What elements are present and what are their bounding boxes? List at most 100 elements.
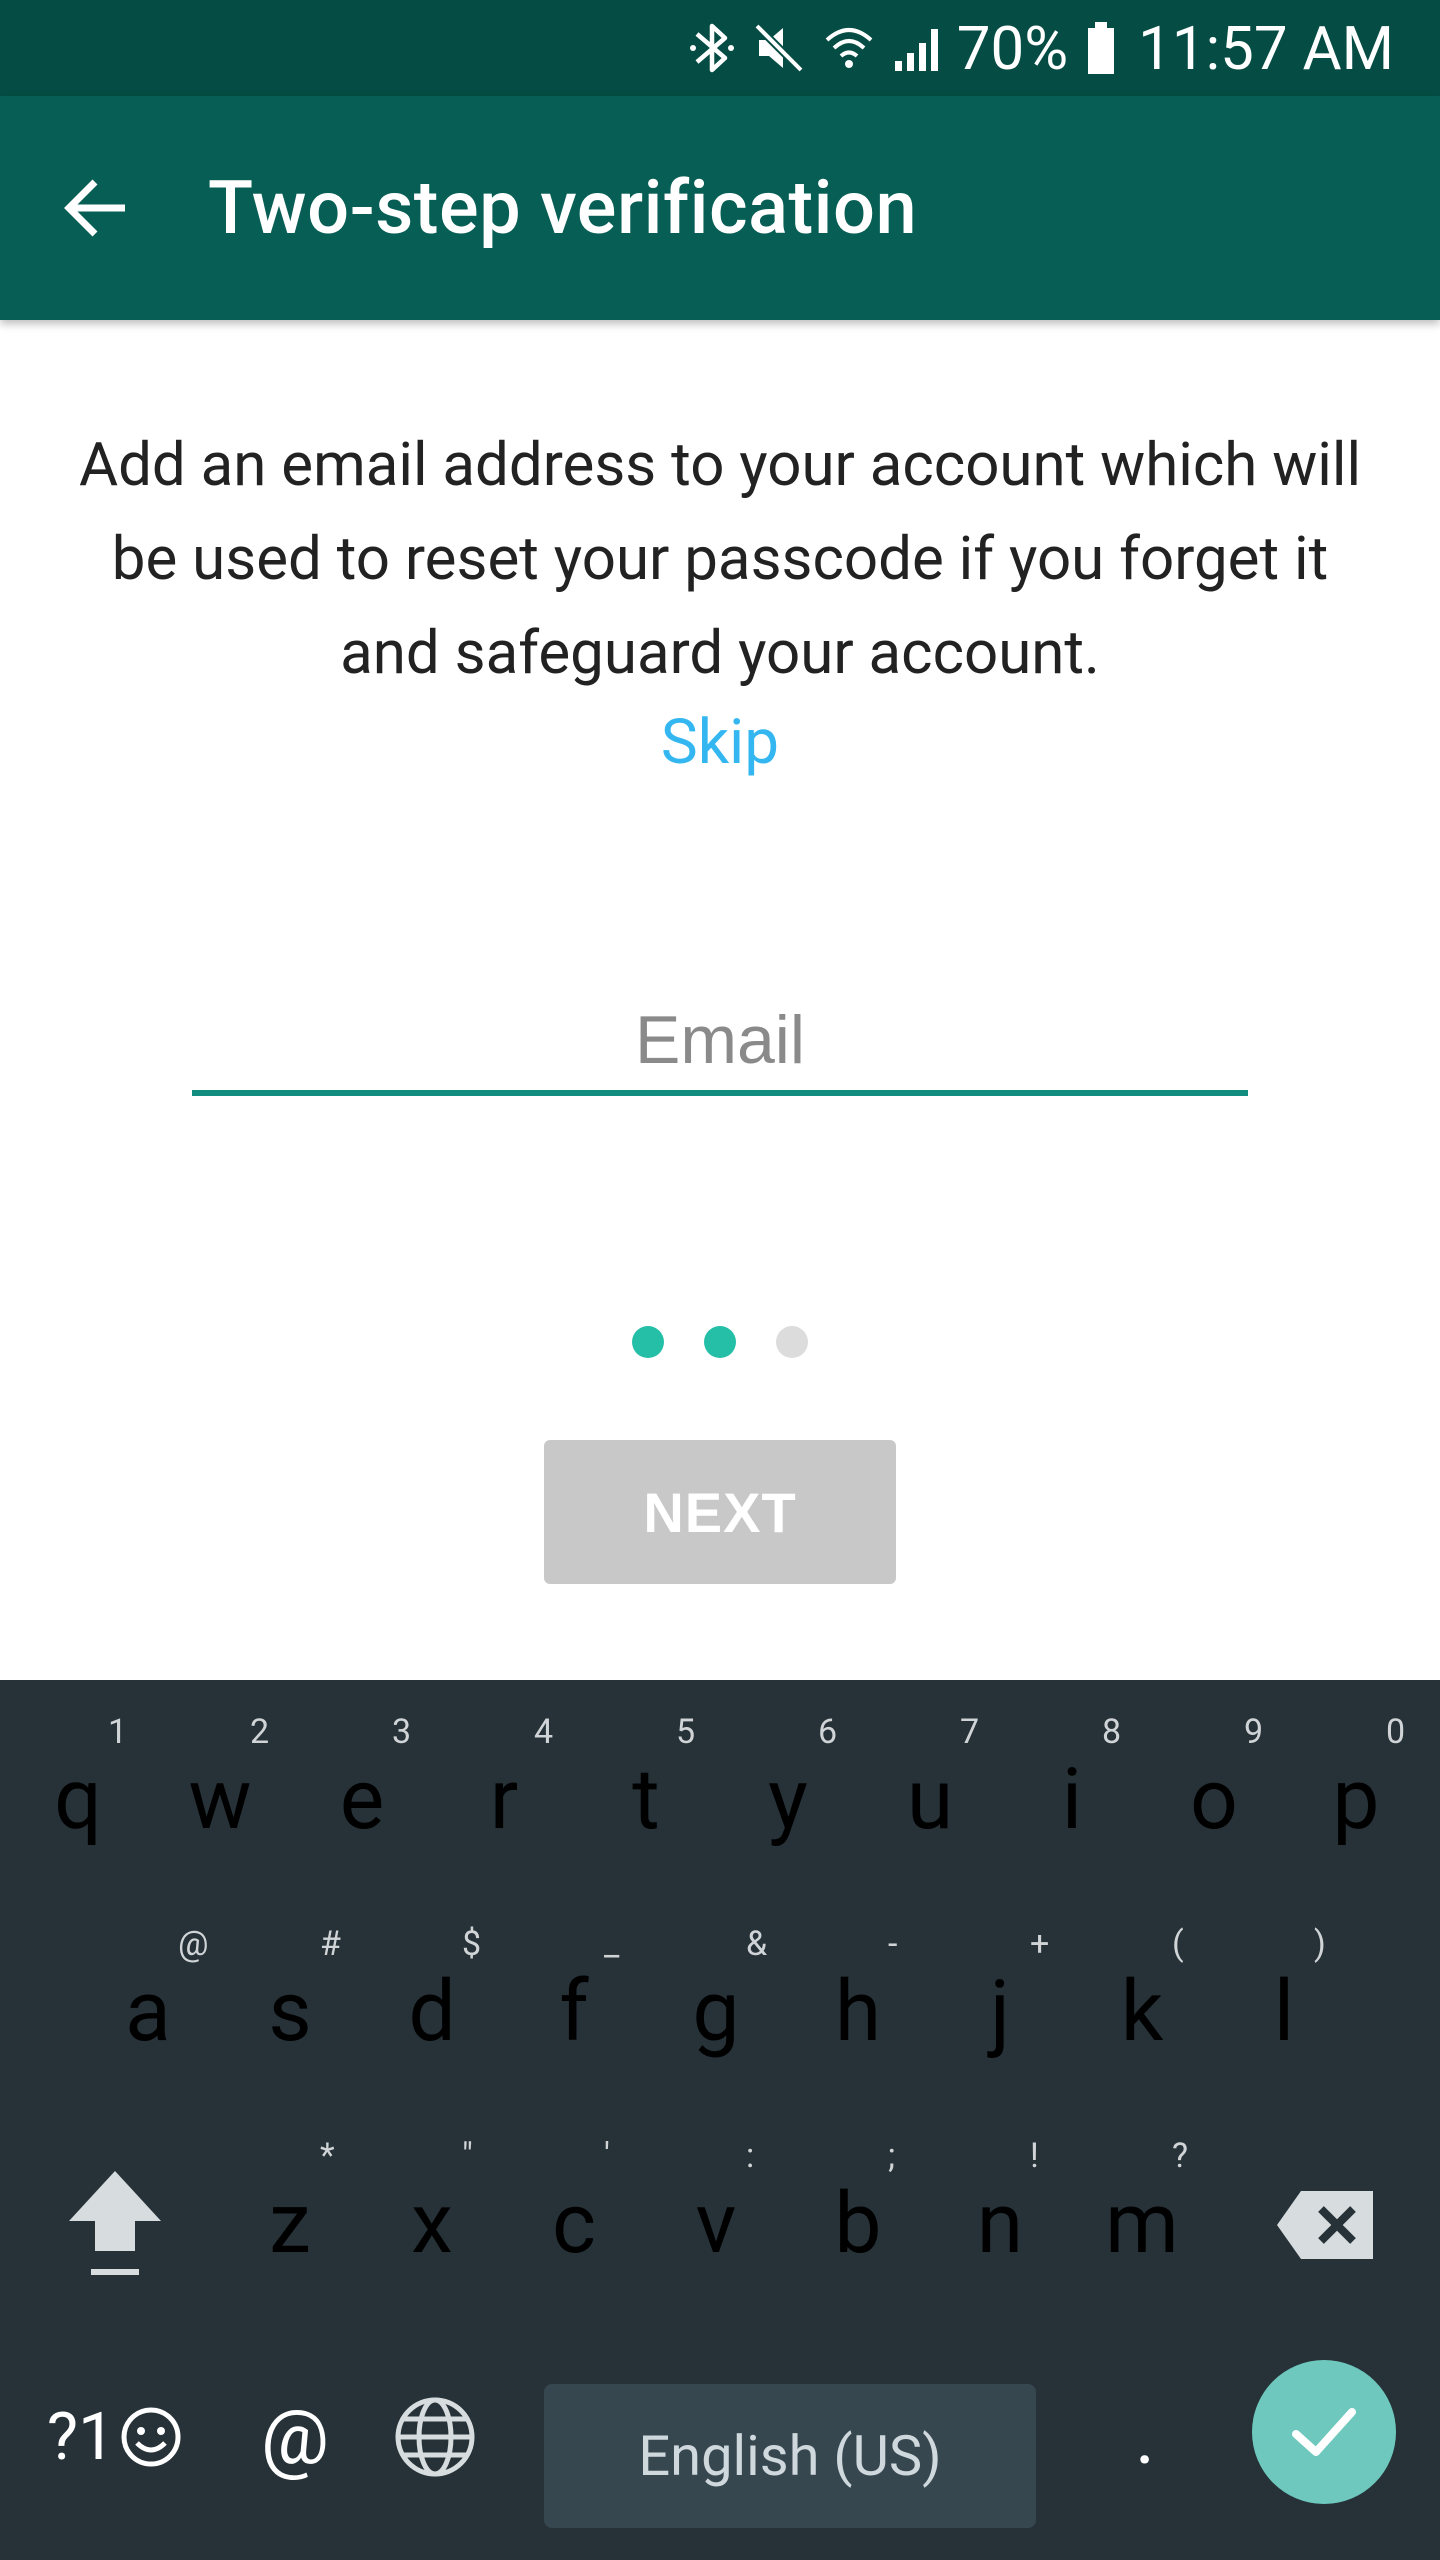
backspace-icon [1277,2191,1373,2259]
key-r[interactable]: r4 [434,1712,574,1870]
key-label: b [834,2174,882,2273]
email-field-wrapper [192,990,1248,1096]
key-label: i [1061,1750,1083,1849]
at-label: @ [260,2392,330,2482]
skip-link[interactable]: Skip [0,696,1440,790]
signal-icon [893,23,943,73]
key-j[interactable]: j + [930,1924,1070,2082]
key-hint: 3 [392,1712,412,1752]
key-hint: _ [604,1924,620,1964]
key-hint: + [1030,1924,1050,1964]
period-key[interactable]: . [1080,2372,1210,2502]
key-label: h [834,1962,882,2061]
shift-icon [69,2171,161,2275]
globe-key[interactable] [370,2372,500,2502]
key-hint: & [746,1924,768,1964]
symbols-label: ?1 [46,2398,116,2476]
step-dot [776,1326,808,1358]
key-n[interactable]: n! [930,2136,1070,2294]
key-hint: - [888,1924,898,1964]
key-label: f [559,1962,589,2061]
key-hint: 2 [250,1712,270,1752]
key-hint: 8 [1102,1712,1122,1752]
key-label: c [552,2174,596,2273]
battery-percent: 70% [956,12,1069,84]
key-label: e [339,1750,385,1849]
key-label: d [408,1962,456,2061]
done-key[interactable] [1252,2360,1396,2504]
space-key[interactable]: English (US) [544,2384,1036,2528]
key-v[interactable]: v: [646,2136,786,2294]
bluetooth-icon [689,20,735,76]
key-w[interactable]: w2 [150,1712,290,1870]
key-e[interactable]: e3 [292,1712,432,1870]
key-g[interactable]: g & [646,1924,786,2082]
key-label: z [269,2174,311,2273]
clock: 11:57 AM [1138,12,1394,84]
step-dot [632,1326,664,1358]
key-q[interactable]: q1 [8,1712,148,1870]
back-button[interactable] [48,160,144,256]
key-hint: 1 [108,1712,128,1752]
key-hint: @ [178,1924,209,1964]
key-label: u [906,1750,954,1849]
period-label: . [1134,2392,1156,2482]
key-c[interactable]: c ' [504,2136,644,2294]
key-l[interactable]: l) [1214,1924,1354,2082]
key-label: y [768,1750,808,1849]
key-p[interactable]: p0 [1286,1712,1426,1870]
key-y[interactable]: y6 [718,1712,858,1870]
key-label: q [54,1750,102,1849]
key-m[interactable]: m? [1072,2136,1212,2294]
key-f[interactable]: f _ [504,1924,644,2082]
step-indicator [0,1326,1440,1358]
step-dot [704,1326,736,1358]
key-label: k [1120,1962,1164,2061]
app-bar: Two-step verification [0,96,1440,320]
key-label: w [188,1750,252,1849]
next-button[interactable]: NEXT [544,1440,896,1584]
description-text: Add an email address to your account whi… [78,429,1362,688]
key-z[interactable]: z * [220,2136,360,2294]
key-label: m [1105,2174,1179,2273]
key-hint: 5 [676,1712,696,1752]
key-b[interactable]: b; [788,2136,928,2294]
key-hint: 7 [960,1712,980,1752]
at-key[interactable]: @ [230,2372,360,2502]
key-hint: 0 [1386,1712,1406,1752]
emoji-icon [121,2407,181,2467]
email-field[interactable] [192,990,1248,1096]
backspace-key[interactable] [1260,2160,1390,2290]
symbols-key[interactable]: ?1 [30,2372,200,2502]
key-k[interactable]: k( [1072,1924,1212,2082]
key-label: v [695,2174,737,2273]
key-hint: 9 [1244,1712,1264,1752]
arrow-back-icon [64,179,125,237]
key-h[interactable]: h- [788,1924,928,2082]
key-hint: ) [1314,1924,1326,1964]
status-bar: 70% 11:57 AM [0,0,1440,96]
key-hint: ; [888,2136,896,2176]
key-d[interactable]: d $ [362,1924,502,2082]
page-title: Two-step verification [208,164,918,252]
key-label: s [268,1962,312,2061]
key-i[interactable]: i8 [1002,1712,1142,1870]
key-label: a [125,1962,171,2061]
key-label: x [411,2174,453,2273]
key-o[interactable]: o9 [1144,1712,1284,1870]
key-x[interactable]: x " [362,2136,502,2294]
key-u[interactable]: u7 [860,1712,1000,1870]
key-t[interactable]: t5 [576,1712,716,1870]
key-label: g [692,1962,740,2061]
key-label: r [489,1750,519,1849]
key-hint: 6 [818,1712,838,1752]
key-a[interactable]: a @ [78,1924,218,2082]
key-hint: ! [1030,2136,1039,2176]
key-label: o [1190,1750,1238,1849]
mute-icon [753,22,805,74]
shift-key[interactable] [50,2160,180,2290]
globe-icon [395,2397,475,2477]
key-hint: 4 [534,1712,554,1752]
key-s[interactable]: s # [220,1924,360,2082]
key-hint: ( [1172,1924,1184,1964]
